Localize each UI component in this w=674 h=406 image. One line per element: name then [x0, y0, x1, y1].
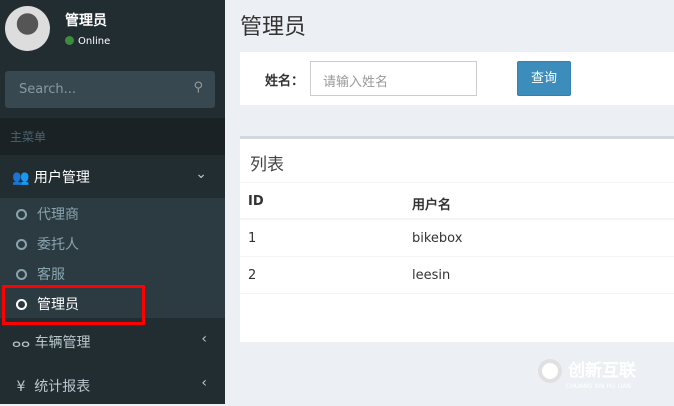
- table-row: 2 leesin: [240, 257, 674, 294]
- chevron-left-icon: ‹: [201, 331, 207, 347]
- online-dot-icon: [65, 36, 74, 45]
- chevron-left-icon: ‹: [201, 375, 207, 391]
- search-icon[interactable]: ⚲: [193, 80, 203, 95]
- col-username: 用户名: [412, 198, 452, 213]
- sidebar-item-vehicle-management[interactable]: ⴰⴰ 车辆管理 ‹: [0, 320, 225, 362]
- circle-icon: [16, 239, 27, 250]
- user-status: Online: [65, 36, 110, 47]
- table-header: ID 用户名: [240, 183, 674, 220]
- circle-icon: [16, 269, 27, 280]
- name-label: 姓名：: [265, 74, 305, 89]
- page-title: 管理员: [240, 15, 307, 40]
- chevron-down-icon: ⌄: [195, 166, 207, 182]
- sidebar-search-input[interactable]: Search... ⚲: [5, 71, 215, 108]
- sidebar: 管理员 Online Search... ⚲ 主菜单 👥 用户管理 ⌄ 代理商 委托…: [0, 0, 225, 404]
- cell-id: 1: [248, 231, 257, 246]
- sidebar-item-client[interactable]: 委托人: [0, 228, 225, 258]
- cell-username: leesin: [412, 268, 451, 283]
- menu-header: 主菜单: [0, 118, 225, 155]
- list-box: 列表 ID 用户名 1 bikebox 2 leesin: [240, 136, 674, 342]
- sidebar-item-reports[interactable]: ¥ 统计报表 ‹: [0, 364, 225, 406]
- name-input[interactable]: 请输入姓名: [310, 61, 477, 96]
- cell-id: 2: [248, 268, 257, 283]
- yen-icon: ¥: [12, 379, 35, 395]
- item-label: 客服: [37, 267, 65, 283]
- filter-box: 姓名： 请输入姓名 查询: [240, 52, 674, 105]
- search-placeholder: Search...: [19, 82, 77, 97]
- highlight-box: [2, 285, 145, 325]
- sidebar-item-service[interactable]: 客服: [0, 258, 225, 288]
- item-label: 车辆管理: [34, 335, 91, 351]
- col-id: ID: [248, 194, 264, 209]
- bicycle-icon: ⴰⴰ: [12, 335, 35, 351]
- users-icon: 👥: [12, 170, 34, 186]
- query-button[interactable]: 查询: [517, 61, 571, 96]
- item-label: 委托人: [37, 237, 79, 253]
- item-label: 用户管理: [33, 170, 90, 186]
- list-title: 列表: [240, 139, 674, 183]
- watermark-text: 创新互联: [568, 361, 636, 381]
- watermark-sub: CHUANG XIN HU LIAN: [566, 383, 632, 390]
- sidebar-item-agent[interactable]: 代理商: [0, 198, 225, 228]
- status-text: Online: [78, 36, 111, 47]
- table-row: 1 bikebox: [240, 220, 674, 257]
- avatar: [5, 6, 50, 51]
- user-name: 管理员: [65, 13, 107, 29]
- item-label: 代理商: [37, 207, 79, 223]
- logo-icon: [538, 359, 562, 383]
- cell-username: bikebox: [412, 231, 463, 246]
- item-label: 统计报表: [34, 379, 91, 395]
- circle-icon: [16, 209, 27, 220]
- sidebar-item-user-management[interactable]: 👥 用户管理 ⌄: [0, 155, 225, 197]
- watermark-logo: 创新互联 CHUANG XIN HU LIAN: [538, 356, 636, 390]
